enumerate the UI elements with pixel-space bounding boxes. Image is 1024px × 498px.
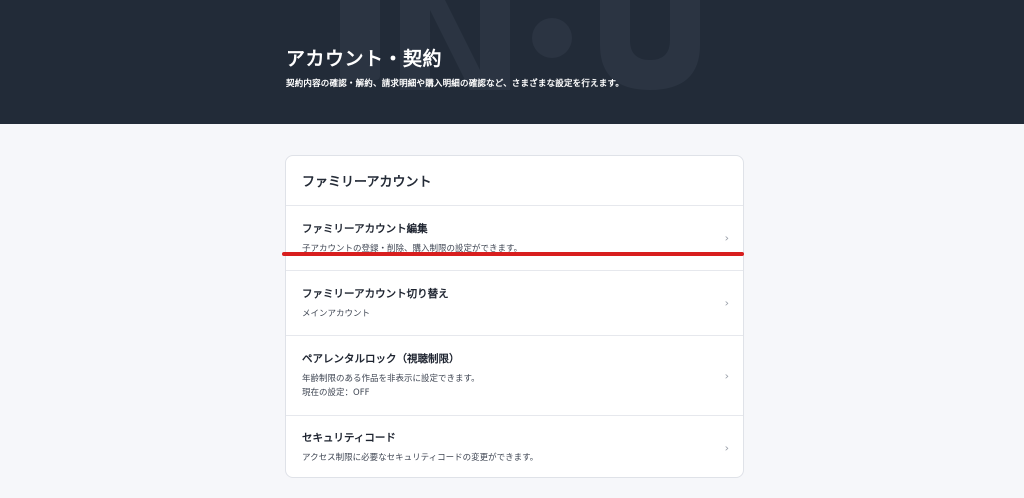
item-title: ファミリーアカウント編集 — [302, 223, 428, 235]
page-hero: アカウント・契約 契約内容の確認・解約、請求明細や購入明細の確認など、さまざまな… — [0, 0, 1024, 124]
item-description: 年齢制限のある作品を非表示に設定できます。 — [302, 374, 480, 384]
item-description: メインアカウント — [302, 309, 371, 319]
page-subtitle: 契約内容の確認・解約、請求明細や購入明細の確認など、さまざまな設定を行えます。 — [286, 79, 625, 89]
item-current-setting: 現在の設定：OFF — [302, 388, 370, 398]
item-title: ファミリーアカウント切り替え — [302, 288, 449, 300]
item-description: アクセス制限に必要なセキュリティコードの変更ができます。 — [302, 453, 539, 463]
chevron-right-icon: › — [724, 296, 729, 310]
item-title: セキュリティコード — [302, 432, 396, 444]
list-item-family-account-edit[interactable]: ファミリーアカウント編集 子アカウントの登録・削除、購入制限の設定ができます。 … — [286, 206, 743, 271]
chevron-right-icon: › — [724, 441, 729, 454]
page-title: アカウント・契約 — [286, 48, 443, 70]
item-title: ペアレンタルロック（視聴制限） — [302, 353, 460, 365]
family-account-card: ファミリーアカウント ファミリーアカウント編集 子アカウントの登録・削除、購入制… — [285, 155, 744, 478]
chevron-right-icon: › — [724, 369, 729, 382]
annotation-underline — [282, 252, 744, 256]
list-item-parental-lock[interactable]: ペアレンタルロック（視聴制限） 年齢制限のある作品を非表示に設定できます。 現在… — [286, 336, 743, 416]
list-item-security-code[interactable]: セキュリティコード アクセス制限に必要なセキュリティコードの変更ができます。 › — [286, 416, 743, 477]
chevron-right-icon: › — [724, 231, 729, 245]
card-title: ファミリーアカウント — [286, 156, 743, 206]
list-item-family-account-switch[interactable]: ファミリーアカウント切り替え メインアカウント › — [286, 271, 743, 336]
